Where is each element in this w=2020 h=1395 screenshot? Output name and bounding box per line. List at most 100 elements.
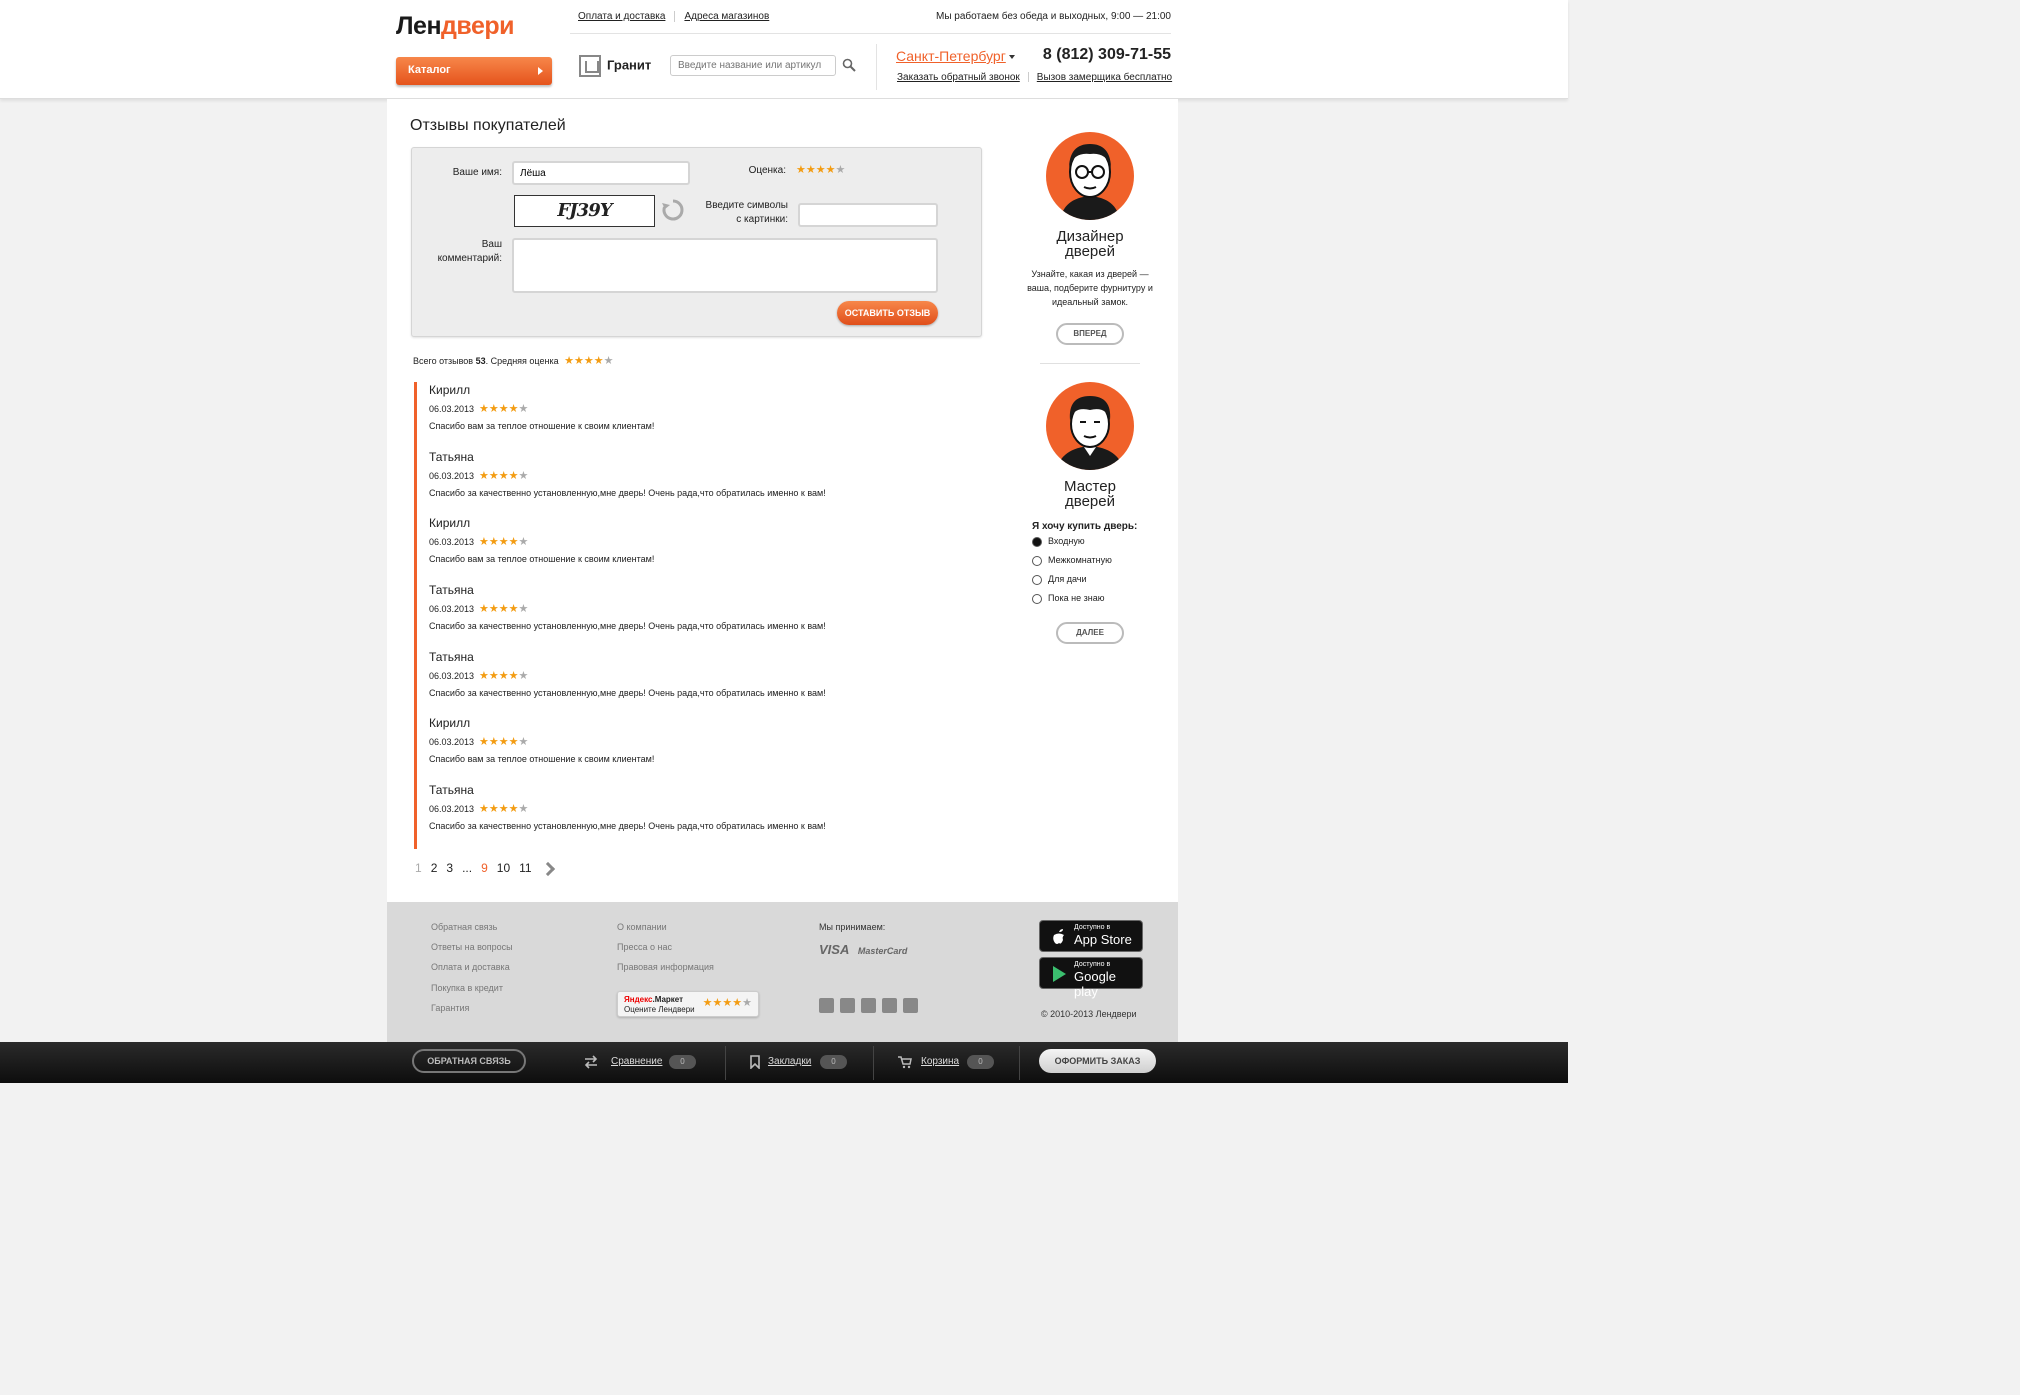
- star-icon: ★: [498, 736, 509, 749]
- google-play-button[interactable]: Доступно в Google play: [1039, 957, 1143, 999]
- city-selector[interactable]: Санкт-Петербург: [896, 48, 1015, 64]
- door-option[interactable]: Пока не знаю: [1026, 593, 1154, 610]
- page-link[interactable]: 11: [519, 861, 531, 875]
- star-icon: ★: [593, 355, 604, 367]
- compare-link[interactable]: Сравнение: [611, 1056, 662, 1067]
- star-empty-icon: ★: [518, 403, 529, 415]
- name-input[interactable]: [512, 161, 690, 185]
- twitter-icon[interactable]: [819, 998, 834, 1013]
- submit-review-button[interactable]: ОСТАВИТЬ ОТЗЫВ: [837, 301, 938, 325]
- next-button[interactable]: ДАЛЕЕ: [1056, 622, 1124, 644]
- search-input[interactable]: [670, 55, 836, 76]
- payment-delivery-link[interactable]: Оплата и доставка: [578, 11, 665, 22]
- compare-count: 0: [669, 1055, 696, 1069]
- star-icon: ★: [479, 669, 489, 682]
- radio-button[interactable]: [1032, 574, 1042, 585]
- review-author: Татьяна: [429, 649, 474, 664]
- rating-stars-input[interactable]: ★★★★★: [796, 163, 845, 176]
- google-play-icon: [1053, 966, 1066, 982]
- star-icon: ★: [498, 469, 509, 482]
- store-addresses-link[interactable]: Адреса магазинов: [684, 11, 769, 22]
- star-icon: ★: [479, 469, 489, 482]
- door-option[interactable]: Для дачи: [1026, 574, 1154, 591]
- page-link[interactable]: 3: [446, 861, 453, 875]
- review-rating-stars: ★★★★★: [479, 735, 528, 748]
- next-page-arrow-icon[interactable]: [540, 861, 555, 876]
- review-date: 06.03.2013: [429, 470, 475, 481]
- door-option[interactable]: Входную: [1026, 536, 1154, 553]
- footer-link[interactable]: Правовая информация: [617, 957, 714, 977]
- door-option[interactable]: Межкомнатную: [1026, 555, 1154, 572]
- pagination-ellipsis: ...: [462, 861, 473, 875]
- footer-links-col2: О компании Пресса о нас Правовая информаци…: [617, 917, 714, 978]
- review-rating-stars: ★★★★★: [479, 802, 528, 815]
- star-empty-icon: ★: [518, 603, 529, 616]
- star-empty-icon: ★: [835, 164, 846, 176]
- mastercard-logo: MasterCard: [857, 946, 908, 956]
- star-icon: ★: [498, 669, 509, 682]
- page-link[interactable]: 2: [431, 861, 438, 875]
- logo[interactable]: Лендвери: [396, 12, 514, 41]
- review-rating-stars: ★★★★★: [479, 669, 528, 682]
- footer-link[interactable]: Обратная связь: [431, 917, 513, 937]
- app-store-button[interactable]: Доступно в App Store: [1039, 920, 1143, 952]
- youtube-icon[interactable]: [861, 998, 876, 1013]
- star-icon: ★: [498, 403, 509, 415]
- star-icon: ★: [479, 736, 489, 749]
- review-item: Татьяна 06.03.2013 ★★★★★ Спасибо за качеств…: [414, 782, 974, 849]
- radio-button[interactable]: [1032, 593, 1042, 604]
- facebook-icon[interactable]: [903, 998, 918, 1013]
- footer-link[interactable]: Ответы на вопросы: [431, 937, 513, 957]
- feedback-button[interactable]: ОБРАТНАЯ СВЯЗЬ: [412, 1049, 526, 1073]
- footer-link[interactable]: О компании: [617, 917, 714, 937]
- star-icon: ★: [508, 469, 519, 482]
- review-text: Спасибо вам за теплое отношение к своим …: [429, 554, 655, 565]
- apple-icon: [1053, 929, 1064, 944]
- refresh-icon[interactable]: [661, 198, 685, 222]
- star-icon: ★: [583, 355, 594, 367]
- door-type-options: Входную Межкомнатную Для дачи Пока не знаю: [1026, 536, 1154, 610]
- review-date: 06.03.2013: [429, 404, 475, 414]
- review-rating-stars: ★★★★★: [479, 469, 528, 482]
- star-icon: ★: [508, 669, 519, 682]
- page-link[interactable]: 10: [497, 861, 510, 875]
- footer-link[interactable]: Покупка в кредит: [431, 978, 513, 998]
- page-link[interactable]: 9: [481, 861, 488, 875]
- comment-textarea[interactable]: [512, 238, 938, 293]
- door-question: Я хочу купить дверь:: [1032, 521, 1138, 532]
- bookmarks-link[interactable]: Закладки: [768, 1056, 811, 1067]
- cart-link[interactable]: Корзина: [921, 1056, 959, 1067]
- footer-link[interactable]: Оплата и доставка: [431, 957, 513, 977]
- yandex-rating-stars: ★★★★★: [703, 997, 752, 1009]
- brand-granit[interactable]: Гранит: [579, 55, 651, 77]
- page-link: 1: [415, 861, 422, 875]
- footer-link[interactable]: Гарантия: [431, 998, 513, 1018]
- review-date: 06.03.2013: [429, 604, 475, 615]
- star-icon: ★: [722, 997, 733, 1009]
- vkontakte-icon[interactable]: [882, 998, 897, 1013]
- header-sub-links: Заказать обратный звонок Вызов замерщика …: [897, 72, 1172, 83]
- search-icon[interactable]: [842, 58, 856, 72]
- review-text: Спасибо за качественно установленную,мне…: [429, 821, 826, 832]
- star-icon: ★: [498, 536, 509, 549]
- designer-forward-button[interactable]: ВПЕРЕД: [1056, 323, 1124, 345]
- designer-title: Дизайнер дверей: [1056, 228, 1124, 260]
- radio-button[interactable]: [1032, 536, 1042, 547]
- callback-link[interactable]: Заказать обратный звонок: [897, 72, 1020, 83]
- google-plus-icon[interactable]: [840, 998, 855, 1013]
- radio-button[interactable]: [1032, 555, 1042, 566]
- star-icon: ★: [479, 603, 489, 616]
- star-empty-icon: ★: [518, 803, 529, 816]
- star-empty-icon: ★: [518, 669, 529, 682]
- yandex-market-widget[interactable]: Яндекс.Маркет Оцените Лендвери ★★★★★: [617, 991, 759, 1017]
- catalog-button[interactable]: Каталог: [396, 57, 552, 85]
- name-label: Ваше имя:: [452, 167, 502, 178]
- star-icon: ★: [573, 355, 584, 367]
- star-icon: ★: [712, 997, 723, 1009]
- measure-link[interactable]: Вызов замерщика бесплатно: [1037, 72, 1172, 83]
- review-form: Ваше имя: Оценка: ★★★★★ FJ39Y Введите си…: [411, 147, 982, 337]
- star-icon: ★: [488, 669, 499, 682]
- footer-link[interactable]: Пресса о нас: [617, 937, 714, 957]
- captcha-input[interactable]: [798, 203, 938, 227]
- place-order-button[interactable]: ОФОРМИТЬ ЗАКАЗ: [1039, 1049, 1156, 1073]
